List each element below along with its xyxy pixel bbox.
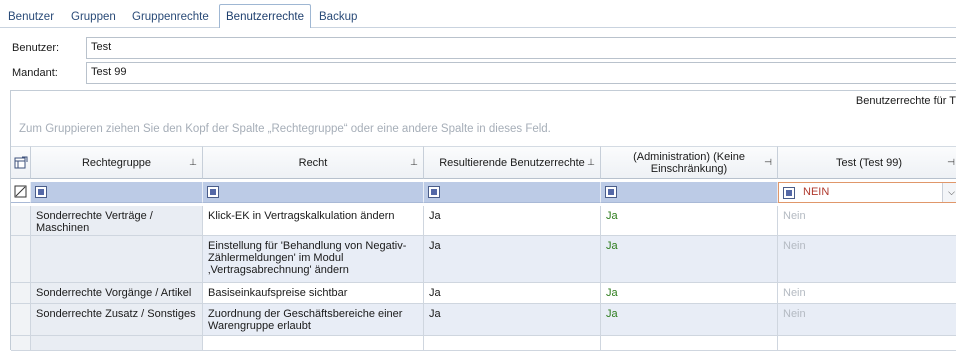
filter-operator-icon[interactable]: [605, 186, 617, 198]
cell-admin: Ja: [601, 236, 778, 283]
row-indicator[interactable]: [11, 336, 31, 351]
filter-cell-resultierende[interactable]: [424, 182, 601, 203]
cell-user[interactable]: Nein: [778, 206, 956, 236]
pin-icon[interactable]: ⊥: [410, 157, 418, 169]
filter-cell-test[interactable]: NEIN ⌵: [778, 182, 956, 203]
column-chooser-button[interactable]: [11, 146, 31, 179]
table-row[interactable]: Sonderrechte Verträge / Maschinen Klick-…: [11, 206, 956, 236]
client-field[interactable]: Test 99: [86, 62, 956, 84]
grid-header-row: Rechtegruppe ⊥ Recht ⊥ Resultierende Ben…: [11, 146, 956, 179]
filter-clear-button[interactable]: [11, 182, 31, 203]
filter-operator-icon[interactable]: [783, 187, 795, 199]
col-header-test[interactable]: Test (Test 99) ⊣: [778, 146, 956, 179]
pin-icon[interactable]: ⊣: [947, 157, 955, 169]
col-header-label: Test (Test 99): [835, 156, 903, 169]
table-row[interactable]: Sonderrechte Vorgänge / Artikel Basisein…: [11, 283, 956, 304]
filter-clear-icon: [14, 185, 27, 198]
filter-cell-recht[interactable]: [203, 182, 424, 203]
chevron-down-icon[interactable]: ⌵: [942, 183, 956, 202]
cell-admin: Ja: [601, 206, 778, 236]
cell-user[interactable]: Nein: [778, 236, 956, 283]
cell-right: Zuordnung der Geschäftsbereiche einer Wa…: [203, 304, 424, 336]
grid-caption: Benutzerrechte für T: [855, 95, 956, 107]
col-header-rechtegruppe[interactable]: Rechtegruppe ⊥: [31, 146, 203, 179]
col-header-label: Rechtegruppe: [81, 156, 152, 169]
cell-result: Ja: [424, 236, 601, 283]
tab-benutzer[interactable]: Benutzer: [8, 6, 54, 28]
cell-group: [31, 336, 203, 351]
pin-icon[interactable]: ⊥: [587, 157, 595, 169]
col-header-resultierende[interactable]: Resultierende Benutzerrechte ⊥: [424, 146, 601, 179]
col-header-label: (Administration) (Keine Einschränkung): [633, 150, 745, 175]
cell-right: Einstellung für 'Behandlung von Negativ-…: [203, 236, 424, 283]
group-by-panel[interactable]: Zum Gruppieren ziehen Sie den Kopf der S…: [19, 123, 551, 135]
tab-backup[interactable]: Backup: [319, 6, 357, 28]
cell-user[interactable]: Nein: [778, 304, 956, 336]
filter-operator-icon[interactable]: [428, 186, 440, 198]
tab-gruppenrechte[interactable]: Gruppenrechte: [132, 6, 209, 28]
cell-group: Sonderrechte Zusatz / Sonstiges: [31, 304, 203, 336]
col-header-label: Resultierende Benutzerrechte: [439, 156, 585, 169]
cell-right: Klick-EK in Vertragskalkulation ändern: [203, 206, 424, 236]
cell-user[interactable]: Nein: [778, 283, 956, 304]
row-indicator[interactable]: [11, 304, 31, 336]
tab-gruppen[interactable]: Gruppen: [71, 6, 116, 28]
cell-admin: Ja: [601, 283, 778, 304]
col-header-recht[interactable]: Recht ⊥: [203, 146, 424, 179]
cell-user[interactable]: [778, 336, 956, 351]
row-indicator[interactable]: [11, 236, 31, 283]
cell-result: Ja: [424, 304, 601, 336]
cell-admin: Ja: [601, 304, 778, 336]
user-label: Benutzer:: [12, 42, 60, 54]
col-header-label: Recht: [298, 156, 328, 169]
cell-group: Sonderrechte Vorgänge / Artikel: [31, 283, 203, 304]
filter-operator-icon[interactable]: [207, 186, 219, 198]
filter-cell-administration[interactable]: [601, 182, 778, 203]
filter-cell-rechtegruppe[interactable]: [31, 182, 203, 203]
cell-result: Ja: [424, 283, 601, 304]
column-chooser-icon: [14, 156, 27, 168]
tab-benutzerrechte[interactable]: Benutzerrechte: [219, 4, 311, 28]
client-label: Mandant:: [12, 67, 58, 79]
user-field[interactable]: Test: [86, 37, 956, 59]
rights-grid: Benutzerrechte für T Zum Gruppieren zieh…: [10, 90, 956, 351]
row-indicator[interactable]: [11, 283, 31, 304]
cell-right: [203, 336, 424, 351]
cell-group: [31, 236, 203, 283]
filter-operator-icon[interactable]: [35, 186, 47, 198]
cell-admin: [601, 336, 778, 351]
pin-icon[interactable]: ⊣: [764, 157, 772, 169]
filter-row: NEIN ⌵: [11, 182, 956, 203]
col-header-administration[interactable]: (Administration) (Keine Einschränkung) ⊣: [601, 146, 778, 179]
cell-result: [424, 336, 601, 351]
cell-result: Ja: [424, 206, 601, 236]
table-row[interactable]: [11, 336, 956, 351]
table-row[interactable]: Sonderrechte Zusatz / Sonstiges Zuordnun…: [11, 304, 956, 336]
filter-value[interactable]: NEIN: [803, 186, 829, 198]
cell-right: Basiseinkaufspreise sichtbar: [203, 283, 424, 304]
pin-icon[interactable]: ⊥: [189, 157, 197, 169]
row-indicator[interactable]: [11, 206, 31, 236]
cell-group: Sonderrechte Verträge / Maschinen: [31, 206, 203, 236]
table-row[interactable]: Einstellung für 'Behandlung von Negativ-…: [11, 236, 956, 283]
tab-bar: Benutzer Gruppen Gruppenrechte Benutzerr…: [0, 0, 956, 28]
